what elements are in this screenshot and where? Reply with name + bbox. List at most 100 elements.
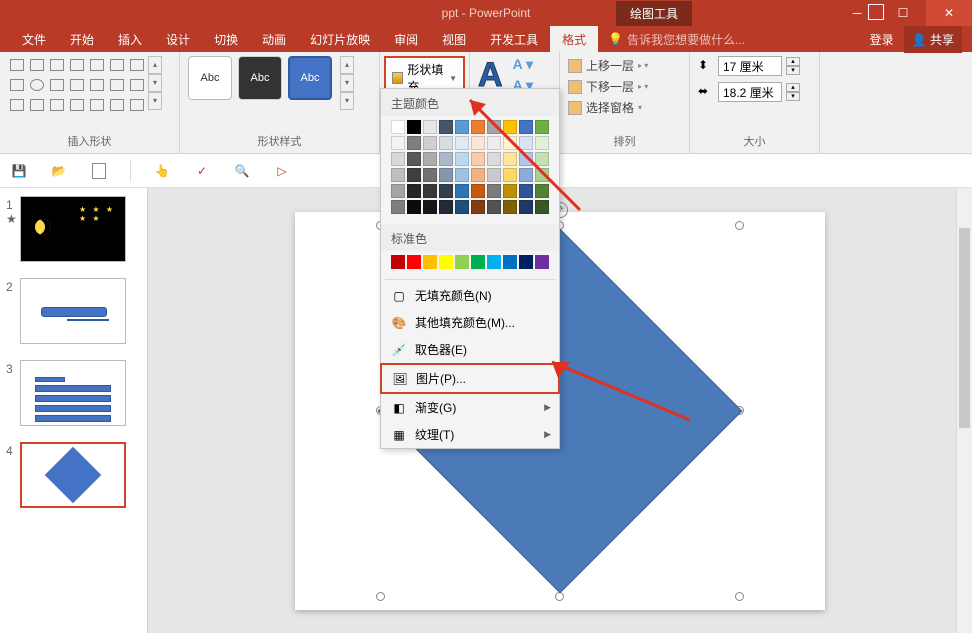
open-button[interactable]: 📂 xyxy=(50,162,68,180)
color-swatch[interactable] xyxy=(487,120,501,134)
vertical-scrollbar[interactable] xyxy=(956,188,972,633)
color-swatch[interactable] xyxy=(439,255,453,269)
gradient-item[interactable]: ◧渐变(G)▶ xyxy=(381,394,559,421)
touch-mode-button[interactable]: 👆 xyxy=(153,162,171,180)
color-swatch[interactable] xyxy=(535,120,549,134)
slide[interactable]: ⟳ xyxy=(295,212,825,610)
color-swatch[interactable] xyxy=(519,136,533,150)
shapes-gallery[interactable] xyxy=(8,56,146,114)
color-swatch[interactable] xyxy=(423,184,437,198)
color-swatch[interactable] xyxy=(391,152,405,166)
color-swatch[interactable] xyxy=(407,168,421,182)
color-swatch[interactable] xyxy=(439,152,453,166)
color-swatch[interactable] xyxy=(471,152,485,166)
color-swatch[interactable] xyxy=(535,184,549,198)
thumbnail-3[interactable]: 3 xyxy=(6,360,141,426)
color-swatch[interactable] xyxy=(487,136,501,150)
color-swatch[interactable] xyxy=(391,255,405,269)
color-swatch[interactable] xyxy=(455,255,469,269)
text-fill-button[interactable]: A ▾ xyxy=(513,56,534,73)
color-swatch[interactable] xyxy=(471,168,485,182)
color-swatch[interactable] xyxy=(391,168,405,182)
tab-transitions[interactable]: 切换 xyxy=(202,26,250,53)
color-swatch[interactable] xyxy=(519,255,533,269)
color-swatch[interactable] xyxy=(519,120,533,134)
color-swatch[interactable] xyxy=(439,136,453,150)
color-swatch[interactable] xyxy=(503,200,517,214)
color-swatch[interactable] xyxy=(503,184,517,198)
color-swatch[interactable] xyxy=(391,200,405,214)
color-swatch[interactable] xyxy=(423,255,437,269)
more-colors-item[interactable]: 🎨其他填充颜色(M)... xyxy=(381,309,559,336)
color-swatch[interactable] xyxy=(423,200,437,214)
tab-view[interactable]: 视图 xyxy=(430,26,478,53)
resize-handle[interactable] xyxy=(735,592,744,601)
color-swatch[interactable] xyxy=(423,136,437,150)
color-swatch[interactable] xyxy=(535,168,549,182)
preview-button[interactable]: 🔍 xyxy=(233,162,251,180)
color-swatch[interactable] xyxy=(407,255,421,269)
color-swatch[interactable] xyxy=(407,200,421,214)
width-input[interactable] xyxy=(718,82,782,102)
color-swatch[interactable] xyxy=(407,184,421,198)
thumbnail-1[interactable]: 1★ ★ ★ ★★ ★ xyxy=(6,196,141,262)
color-swatch[interactable] xyxy=(503,255,517,269)
style-preset-1[interactable]: Abc xyxy=(188,56,232,100)
thumbnail-2[interactable]: 2 xyxy=(6,278,141,344)
minimize-button[interactable]: ─ xyxy=(834,0,880,26)
picture-fill-item[interactable]: 🖼图片(P)... xyxy=(380,363,560,394)
color-swatch[interactable] xyxy=(455,168,469,182)
resize-handle[interactable] xyxy=(735,221,744,230)
color-swatch[interactable] xyxy=(471,136,485,150)
color-swatch[interactable] xyxy=(455,120,469,134)
style-preset-3[interactable]: Abc xyxy=(288,56,332,100)
color-swatch[interactable] xyxy=(487,200,501,214)
color-swatch[interactable] xyxy=(487,255,501,269)
color-swatch[interactable] xyxy=(535,255,549,269)
color-swatch[interactable] xyxy=(535,136,549,150)
color-swatch[interactable] xyxy=(439,184,453,198)
color-swatch[interactable] xyxy=(471,184,485,198)
tab-home[interactable]: 开始 xyxy=(58,26,106,53)
bring-forward-button[interactable]: 上移一层 ▸ ▾ xyxy=(568,56,681,75)
color-swatch[interactable] xyxy=(519,184,533,198)
new-button[interactable] xyxy=(90,162,108,180)
color-swatch[interactable] xyxy=(487,152,501,166)
tab-review[interactable]: 审阅 xyxy=(382,26,430,53)
color-swatch[interactable] xyxy=(503,136,517,150)
color-swatch[interactable] xyxy=(503,168,517,182)
color-swatch[interactable] xyxy=(471,120,485,134)
color-swatch[interactable] xyxy=(519,200,533,214)
eyedropper-item[interactable]: 💉取色器(E) xyxy=(381,336,559,363)
color-swatch[interactable] xyxy=(407,152,421,166)
color-swatch[interactable] xyxy=(423,152,437,166)
tab-file[interactable]: 文件 xyxy=(10,26,58,53)
color-swatch[interactable] xyxy=(423,168,437,182)
height-input[interactable] xyxy=(718,56,782,76)
styles-scroll[interactable]: ▴▾▾ xyxy=(340,56,354,110)
selection-pane-button[interactable]: 选择窗格 ▾ xyxy=(568,98,681,117)
color-swatch[interactable] xyxy=(439,200,453,214)
tab-design[interactable]: 设计 xyxy=(154,26,202,53)
color-swatch[interactable] xyxy=(423,120,437,134)
thumbnail-4[interactable]: 4 xyxy=(6,442,141,508)
share-button[interactable]: 👤 共享 xyxy=(904,26,962,53)
tab-insert[interactable]: 插入 xyxy=(106,26,154,53)
save-button[interactable]: 💾 xyxy=(10,162,28,180)
color-swatch[interactable] xyxy=(407,120,421,134)
color-swatch[interactable] xyxy=(391,184,405,198)
gallery-scroll[interactable]: ▴▾▾ xyxy=(148,56,162,114)
color-swatch[interactable] xyxy=(503,120,517,134)
color-swatch[interactable] xyxy=(471,200,485,214)
color-swatch[interactable] xyxy=(535,152,549,166)
width-spinner[interactable]: ▴▾ xyxy=(786,83,800,101)
send-backward-button[interactable]: 下移一层 ▸ ▾ xyxy=(568,77,681,96)
no-fill-item[interactable]: ▢无填充颜色(N) xyxy=(381,282,559,309)
color-swatch[interactable] xyxy=(487,184,501,198)
color-swatch[interactable] xyxy=(455,184,469,198)
resize-handle[interactable] xyxy=(376,592,385,601)
tab-animations[interactable]: 动画 xyxy=(250,26,298,53)
color-swatch[interactable] xyxy=(519,152,533,166)
tab-format[interactable]: 格式 xyxy=(550,26,598,53)
color-swatch[interactable] xyxy=(519,168,533,182)
